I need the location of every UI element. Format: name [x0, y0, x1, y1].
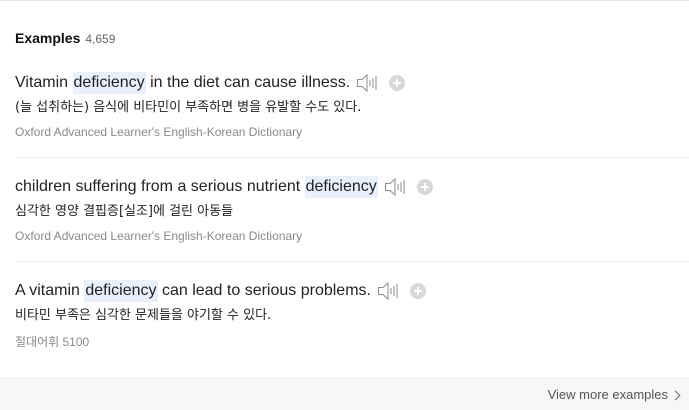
view-more-label: View more examples — [547, 387, 668, 402]
keyword-highlight[interactable]: deficiency — [72, 72, 146, 94]
example-sentence-en: Vitamin deficiency in the diet can cause… — [15, 72, 689, 94]
speaker-icon[interactable] — [384, 177, 408, 197]
examples-footer: View more examples — [0, 378, 689, 410]
example-translation-ko: (늘 섭취하는) 음식에 비타민이 부족하면 병을 유발할 수도 있다. — [15, 100, 362, 115]
divider — [15, 157, 689, 158]
example-source[interactable]: Oxford Advanced Learner's English-Korean… — [15, 229, 689, 243]
speaker-icon[interactable] — [377, 281, 401, 301]
add-to-wordbook-icon[interactable] — [389, 75, 406, 91]
example-translation-ko: 비타민 부족은 심각한 문제들을 야기할 수 있다. — [15, 308, 272, 323]
examples-count: 4,659 — [85, 32, 116, 46]
sentence-text: children suffering from a serious nutrie… — [15, 178, 305, 195]
example-sentence-en: children suffering from a serious nutrie… — [15, 176, 689, 198]
add-to-wordbook-icon[interactable] — [416, 179, 433, 195]
view-more-examples-link[interactable]: View more examples — [547, 387, 681, 402]
keyword-highlight[interactable]: deficiency — [84, 280, 158, 302]
example-source[interactable]: Oxford Advanced Learner's English-Korean… — [15, 125, 689, 139]
add-to-wordbook-icon[interactable] — [409, 283, 426, 299]
example-item-2: children suffering from a serious nutrie… — [15, 176, 689, 243]
top-border — [0, 0, 689, 1]
keyword-highlight[interactable]: deficiency — [304, 176, 378, 198]
example-item-1: Vitamin deficiency in the diet can cause… — [15, 72, 689, 139]
example-source[interactable]: 절대어휘 5100 — [15, 333, 689, 350]
example-sentence-en: A vitamin deficiency can lead to serious… — [15, 280, 689, 302]
sentence-text: Vitamin — [15, 74, 73, 91]
sentence-text: can lead to serious problems. — [157, 282, 371, 299]
sentence-text: A vitamin — [15, 282, 85, 299]
divider — [15, 261, 689, 262]
chevron-right-icon — [670, 390, 681, 400]
examples-title: Examples — [15, 30, 81, 46]
example-translation-ko: 심각한 영양 결핍증[실조]에 걸린 아동들 — [15, 204, 234, 219]
examples-header: Examples 4,659 — [15, 30, 115, 46]
sentence-text: in the diet can cause illness. — [145, 74, 351, 91]
speaker-icon[interactable] — [356, 73, 380, 93]
example-item-3: A vitamin deficiency can lead to serious… — [15, 280, 689, 350]
